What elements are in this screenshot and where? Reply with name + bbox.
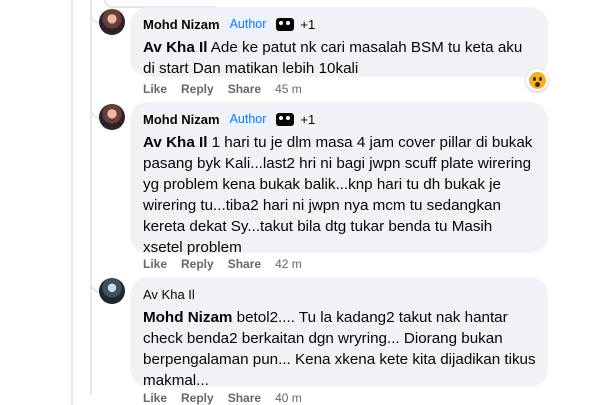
badge-count: +1 — [300, 16, 316, 32]
comment-header: Av Kha Il — [143, 285, 536, 303]
mention-link[interactable]: Mohd Nizam — [143, 309, 232, 326]
comment-text: Mohd Nizam betol2.... Tu la kadang2 taku… — [143, 307, 536, 391]
comment-bubble: Mohd Nizam Author +1 Av Kha Il Ade ke pa… — [130, 7, 548, 77]
share-button[interactable]: Share — [228, 82, 261, 96]
like-button[interactable]: Like — [143, 257, 167, 271]
comment-text: Av Kha Il 1 hari tu je dlm masa 4 jam co… — [143, 132, 536, 258]
comment-text: Av Kha Il Ade ke patut nk cari masalah B… — [143, 37, 536, 79]
share-button[interactable]: Share — [228, 257, 261, 271]
comment-author[interactable]: Mohd Nizam — [143, 17, 220, 32]
avatar[interactable] — [99, 9, 125, 35]
reply-button[interactable]: Reply — [181, 391, 214, 405]
thread-line-outer — [71, 0, 73, 405]
comment-header: Mohd Nizam Author +1 — [143, 15, 536, 33]
like-button[interactable]: Like — [143, 82, 167, 96]
top-fan-badge-icon — [276, 17, 295, 31]
reply-button[interactable]: Reply — [181, 257, 214, 271]
comment-author[interactable]: Av Kha Il — [143, 287, 195, 302]
author-badge: Author — [225, 110, 271, 128]
badge-count: +1 — [300, 111, 316, 127]
mention-link[interactable]: Av Kha Il — [143, 134, 207, 151]
thread-line-inner — [90, 0, 92, 395]
avatar[interactable] — [99, 104, 125, 130]
like-button[interactable]: Like — [143, 391, 167, 405]
mention-link[interactable]: Av Kha Il — [143, 39, 207, 56]
comment-actions: Like Reply Share 42 m — [143, 257, 302, 271]
top-fan-badge-icon — [276, 112, 295, 126]
reply-button[interactable]: Reply — [181, 82, 214, 96]
comment-header: Mohd Nizam Author +1 — [143, 110, 536, 128]
comment-timestamp[interactable]: 40 m — [275, 391, 302, 405]
comment-bubble: Mohd Nizam Author +1 Av Kha Il 1 hari tu… — [130, 102, 548, 256]
comment-body: 1 hari tu je dlm masa 4 jam cover pillar… — [143, 134, 533, 256]
comment-timestamp[interactable]: 45 m — [275, 82, 302, 96]
avatar[interactable] — [99, 278, 125, 304]
reaction-badge[interactable] — [526, 69, 548, 91]
comment-timestamp[interactable]: 42 m — [275, 257, 302, 271]
share-button[interactable]: Share — [228, 391, 261, 405]
author-badge: Author — [225, 15, 271, 33]
comment-author[interactable]: Mohd Nizam — [143, 112, 220, 127]
wow-emoji-icon — [528, 71, 546, 89]
comment-bubble: Av Kha Il Mohd Nizam betol2.... Tu la ka… — [130, 277, 548, 389]
comment-actions: Like Reply Share 40 m — [143, 391, 302, 405]
comment-actions: Like Reply Share 45 m — [143, 82, 302, 96]
